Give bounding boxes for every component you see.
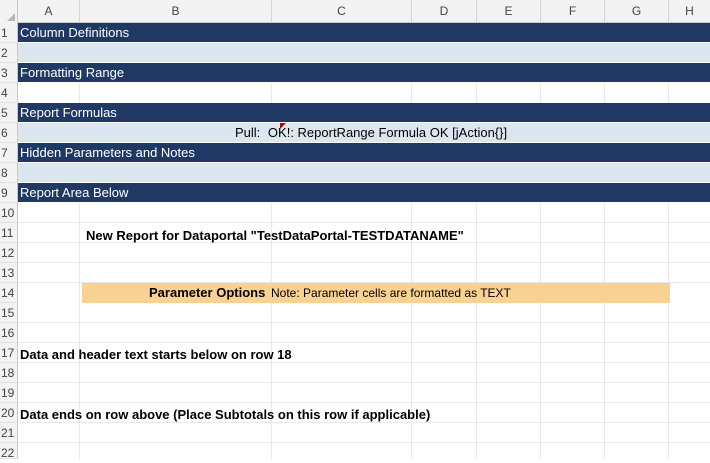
gridline-row-16: [18, 342, 710, 343]
row-header-5[interactable]: 5: [0, 103, 18, 123]
row-5-report-formulas[interactable]: Report Formulas: [18, 103, 710, 123]
row-header-22[interactable]: 22: [0, 443, 18, 460]
row-header-19[interactable]: 19: [0, 383, 18, 403]
row-header-15[interactable]: 15: [0, 303, 18, 323]
row-2[interactable]: [18, 43, 710, 63]
row-header-1[interactable]: 1: [0, 23, 18, 43]
data-end-note[interactable]: Data ends on row above (Place Subtotals …: [20, 407, 430, 422]
gridline-row-10: [18, 222, 710, 223]
gridline-row-19: [18, 402, 710, 403]
select-all-corner[interactable]: [0, 0, 18, 23]
gridline-row-17: [18, 362, 710, 363]
row-header-9[interactable]: 9: [0, 183, 18, 203]
row-header-6[interactable]: 6: [0, 123, 18, 143]
column-header-f[interactable]: F: [541, 0, 605, 23]
row-header-7[interactable]: 7: [0, 143, 18, 163]
gridline-row-20: [18, 422, 710, 423]
row-header-3[interactable]: 3: [0, 63, 18, 83]
row-header-11[interactable]: 11: [0, 223, 18, 243]
pull-status-value: OK!: ReportRange Formula OK [jAction{}]: [267, 125, 508, 140]
parameter-options-bar[interactable]: Parameter Options Note: Parameter cells …: [82, 283, 670, 303]
column-header-d[interactable]: D: [412, 0, 477, 23]
column-header-a[interactable]: A: [18, 0, 80, 23]
row-header-12[interactable]: 12: [0, 243, 18, 263]
row-header-2[interactable]: 2: [0, 43, 18, 63]
data-start-note[interactable]: Data and header text starts below on row…: [20, 347, 292, 362]
row-9-report-area[interactable]: Report Area Below: [18, 183, 710, 203]
gridline-row-12: [18, 262, 710, 263]
select-all-icon: [7, 13, 15, 21]
column-header-c[interactable]: C: [272, 0, 412, 23]
report-title-cell[interactable]: New Report for Dataportal "TestDataPorta…: [86, 228, 464, 243]
row-6-pull-status[interactable]: Pull: OK!: ReportRange Formula OK [jActi…: [18, 123, 710, 143]
row-4[interactable]: [18, 83, 710, 103]
row-header-17[interactable]: 17: [0, 343, 18, 363]
row-1-column-definitions[interactable]: Column Definitions: [18, 23, 710, 43]
row-header-16[interactable]: 16: [0, 323, 18, 343]
row-8[interactable]: [18, 163, 710, 183]
pull-status-cell[interactable]: Pull: OK!: ReportRange Formula OK [jActi…: [235, 125, 507, 140]
pull-label: Pull:: [235, 125, 261, 140]
gridline-row-18: [18, 382, 710, 383]
column-header-g[interactable]: G: [605, 0, 669, 23]
gridline-row-15: [18, 322, 710, 323]
row-header-10[interactable]: 10: [0, 203, 18, 223]
row-header-18[interactable]: 18: [0, 363, 18, 383]
column-header-bar: A B C D E F G H: [0, 0, 710, 23]
row-header-20[interactable]: 20: [0, 403, 18, 423]
row-header-4[interactable]: 4: [0, 83, 18, 103]
column-header-b[interactable]: B: [80, 0, 272, 23]
row-header-8[interactable]: 8: [0, 163, 18, 183]
row-header-13[interactable]: 13: [0, 263, 18, 283]
parameter-options-note: Note: Parameter cells are formatted as T…: [271, 286, 511, 300]
row-7-hidden-parameters[interactable]: Hidden Parameters and Notes: [18, 143, 710, 163]
column-header-h[interactable]: H: [669, 0, 710, 23]
gridline-row-21: [18, 442, 710, 443]
parameter-options-title: Parameter Options: [149, 285, 266, 300]
spreadsheet: A B C D E F G H Column Definitions Forma…: [0, 0, 710, 460]
comment-indicator-icon[interactable]: [280, 123, 286, 129]
row-3-formatting-range[interactable]: Formatting Range: [18, 63, 710, 83]
column-header-e[interactable]: E: [477, 0, 541, 23]
row-header-21[interactable]: 21: [0, 423, 18, 443]
row-header-14[interactable]: 14: [0, 283, 18, 303]
